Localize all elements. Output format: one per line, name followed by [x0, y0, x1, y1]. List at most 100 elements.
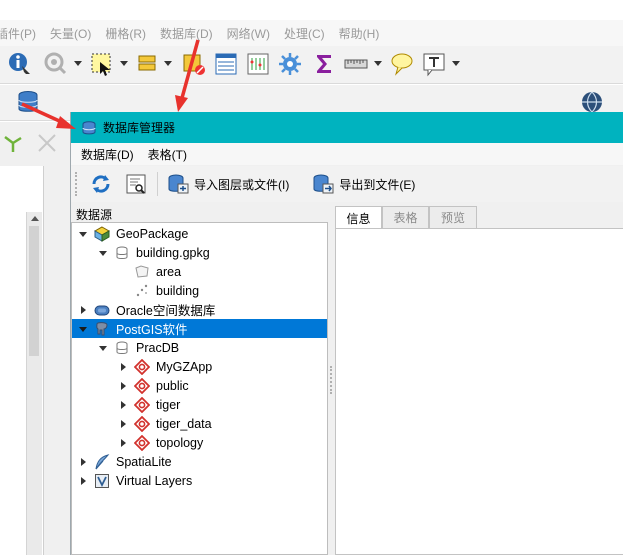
- text-annotation-icon[interactable]: [420, 50, 448, 78]
- chevron-down-icon[interactable]: [164, 61, 172, 66]
- chevron-down-icon[interactable]: [120, 61, 128, 66]
- tree-item-postgis[interactable]: PostGIS软件: [72, 319, 327, 338]
- virtual-layer-icon: [94, 473, 110, 489]
- chevron-down-icon[interactable]: [452, 61, 460, 66]
- field-calculator-icon[interactable]: [244, 50, 272, 78]
- spatialite-feather-icon: [94, 453, 110, 470]
- oracle-icon: [94, 302, 110, 318]
- tree-item-spatialite[interactable]: SpatiaLite: [72, 452, 327, 471]
- panel-splitter[interactable]: [328, 206, 335, 555]
- window-title: 数据库管理器: [103, 121, 176, 135]
- collapsed-arrow-icon[interactable]: [118, 362, 128, 372]
- tree-item-tiger-data[interactable]: tiger_data: [72, 414, 327, 433]
- tab-table[interactable]: 表格: [382, 206, 429, 228]
- expanded-arrow-icon[interactable]: [98, 248, 108, 258]
- tab-preview[interactable]: 预览: [429, 206, 477, 228]
- toolbar-separator: [157, 172, 158, 196]
- collapsed-arrow-icon[interactable]: [78, 305, 88, 315]
- database-icon: [82, 120, 96, 134]
- menu-db-database[interactable]: 数据库(D): [81, 146, 134, 163]
- tree-item-mygzapp[interactable]: MyGZApp: [72, 357, 327, 376]
- menu-processing[interactable]: 处理(C): [284, 25, 325, 42]
- close-x-icon[interactable]: [36, 132, 58, 157]
- collapsed-arrow-icon[interactable]: [78, 476, 88, 486]
- tree-label: tiger_data: [156, 416, 212, 431]
- db-manager-launch-icon[interactable]: [14, 88, 42, 116]
- collapsed-arrow-icon[interactable]: [118, 419, 128, 429]
- database-icon: [114, 245, 130, 261]
- scroll-up-icon[interactable]: [31, 216, 39, 221]
- main-menubar: 插件(P) 矢量(O) 栅格(R) 数据库(D) 网络(W) 处理(C) 帮助(…: [0, 20, 623, 46]
- menu-help[interactable]: 帮助(H): [339, 25, 380, 42]
- collapsed-arrow-icon[interactable]: [118, 381, 128, 391]
- geopackage-icon: [94, 225, 110, 242]
- layers-scrollbar[interactable]: [26, 212, 42, 555]
- chevron-down-icon[interactable]: [374, 61, 382, 66]
- tree-label: GeoPackage: [116, 226, 189, 241]
- menu-vector[interactable]: 矢量(O): [50, 25, 91, 42]
- schema-icon: [134, 396, 150, 413]
- menu-web[interactable]: 网络(W): [227, 25, 270, 42]
- collapsed-arrow-icon[interactable]: [78, 457, 88, 467]
- tree-label: PracDB: [136, 340, 180, 355]
- tab-info[interactable]: 信息: [335, 206, 382, 229]
- select-features-icon[interactable]: [88, 50, 116, 78]
- digitize-icon[interactable]: [2, 132, 24, 157]
- deselect-icon[interactable]: [180, 50, 208, 78]
- info-tabs: 信息 表格 预览: [335, 206, 623, 229]
- tree-item-public[interactable]: public: [72, 376, 327, 395]
- import-database-icon: [168, 174, 189, 194]
- menu-raster[interactable]: 栅格(R): [105, 25, 146, 42]
- select-by-value-icon[interactable]: [134, 50, 162, 78]
- export-file-button[interactable]: 导出到文件(E): [311, 169, 415, 199]
- chevron-down-icon[interactable]: [74, 61, 82, 66]
- db-manager-titlebar[interactable]: 数据库管理器: [71, 112, 623, 143]
- map-tips-icon[interactable]: [42, 50, 70, 78]
- expanded-arrow-icon[interactable]: [78, 229, 88, 239]
- identify-icon[interactable]: [6, 50, 34, 78]
- schema-icon: [134, 434, 150, 451]
- tree-label: Virtual Layers: [116, 473, 193, 488]
- data-source-tree[interactable]: GeoPackage building.gpkg area building O…: [71, 222, 328, 555]
- tree-item-pracdb[interactable]: PracDB: [72, 338, 327, 357]
- tree-label: building: [156, 283, 200, 298]
- import-layer-button[interactable]: 导入图层或文件(I): [166, 169, 289, 199]
- tree-item-building-gpkg[interactable]: building.gpkg: [72, 243, 327, 262]
- info-tab-content: [335, 228, 623, 555]
- tree-label: MyGZApp: [156, 359, 213, 374]
- data-source-label: 数据源: [76, 208, 113, 222]
- measure-ruler-icon[interactable]: [342, 50, 370, 78]
- schema-icon: [134, 415, 150, 432]
- toolbar-grip: [75, 172, 81, 196]
- processing-gear-icon[interactable]: [276, 50, 304, 78]
- tree-item-topology[interactable]: topology: [72, 433, 327, 452]
- tree-label: topology: [156, 435, 204, 450]
- menu-database[interactable]: 数据库(D): [160, 25, 213, 42]
- database-icon: [114, 340, 130, 356]
- menu-plugins[interactable]: 插件(P): [0, 25, 36, 42]
- postgis-elephant-icon: [94, 321, 110, 337]
- annotation-callout-icon[interactable]: [388, 50, 416, 78]
- tree-item-oracle[interactable]: Oracle空间数据库: [72, 300, 327, 319]
- collapsed-arrow-icon[interactable]: [118, 400, 128, 410]
- menu-db-table[interactable]: 表格(T): [148, 146, 187, 163]
- attribute-table-icon[interactable]: [212, 50, 240, 78]
- expanded-arrow-icon[interactable]: [98, 343, 108, 353]
- tree-item-area[interactable]: area: [72, 262, 327, 281]
- expanded-arrow-icon[interactable]: [78, 324, 88, 334]
- db-manager-window: 数据库管理器 数据库(D) 表格(T) 导入图层或文件(I) 导出到文件(E) …: [70, 112, 623, 555]
- tree-item-tiger[interactable]: tiger: [72, 395, 327, 414]
- schema-icon: [134, 358, 150, 375]
- refresh-button[interactable]: [89, 169, 113, 199]
- sql-window-button[interactable]: [125, 169, 147, 199]
- statistics-sigma-icon[interactable]: [310, 50, 338, 78]
- point-layer-icon: [134, 283, 150, 299]
- tree-label: PostGIS软件: [116, 323, 188, 337]
- tree-item-building[interactable]: building: [72, 281, 327, 300]
- sql-window-icon: [126, 174, 146, 194]
- scroll-thumb[interactable]: [29, 226, 39, 356]
- collapsed-arrow-icon[interactable]: [118, 438, 128, 448]
- tree-item-virtual-layers[interactable]: Virtual Layers: [72, 471, 327, 490]
- tree-item-geopackage[interactable]: GeoPackage: [72, 224, 327, 243]
- tree-label: area: [156, 264, 182, 279]
